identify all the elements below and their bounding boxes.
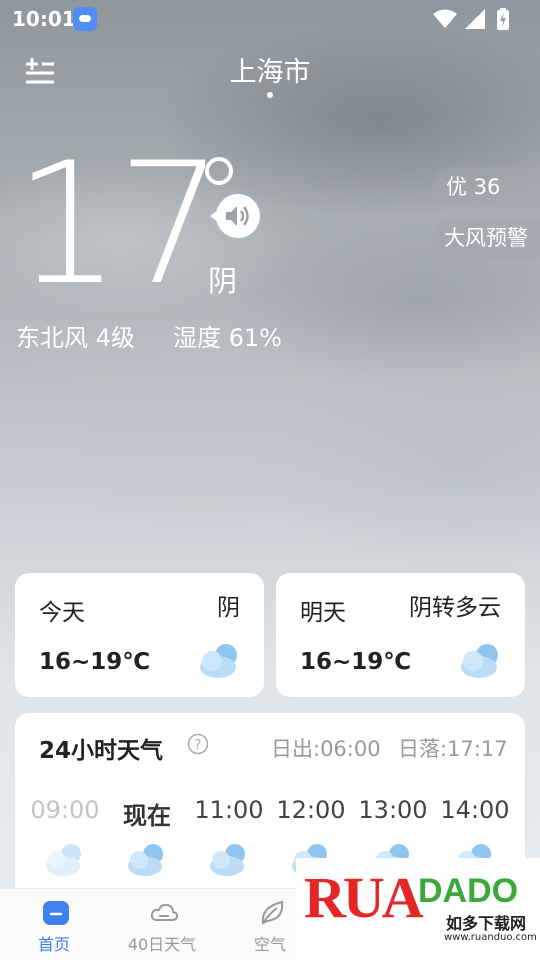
- current-temperature: 17: [14, 126, 224, 322]
- wind-info: 东北风 4级: [16, 324, 135, 352]
- degree-symbol: [205, 157, 233, 185]
- hour-label: 现在: [123, 802, 171, 830]
- cloudy-icon: [46, 844, 81, 876]
- cloudy-icon: [210, 844, 245, 876]
- cloud-forecast-icon: [150, 903, 178, 921]
- weather-alert-badge[interactable]: 大风预警: [432, 218, 540, 258]
- sunset-time: 日落:17:17: [398, 737, 508, 761]
- battery-charging-icon: [497, 8, 509, 30]
- wifi-icon: [433, 9, 457, 28]
- leaf-icon: [261, 900, 284, 925]
- day-temperature-range: 16~19℃: [39, 649, 151, 675]
- hour-label: 14:00: [440, 796, 510, 824]
- cellular-signal-icon: [465, 9, 485, 29]
- tomorrow-card[interactable]: 明天 阴转多云 16~19℃: [276, 573, 525, 697]
- page-indicator-dot: [267, 92, 273, 98]
- hourly-title: 24小时天气: [39, 738, 164, 764]
- city-title[interactable]: 上海市: [0, 50, 540, 89]
- aqi-badge[interactable]: 优 36: [432, 167, 540, 207]
- cloudy-icon: [200, 644, 237, 678]
- hour-label: 13:00: [358, 796, 428, 824]
- day-condition: 阴转多云: [409, 595, 501, 621]
- today-card[interactable]: 今天 阴 16~19℃: [15, 573, 264, 697]
- nav-label: 40日天气: [127, 935, 197, 954]
- status-time: 10:01: [12, 7, 76, 31]
- watermark-brand-red: RUA: [304, 865, 424, 930]
- nav-40-day[interactable]: 40日天气: [112, 889, 212, 960]
- svg-text:?: ?: [195, 738, 202, 753]
- humidity-info: 湿度 61%: [173, 324, 282, 352]
- watermark-url: www.ruanduo.com: [444, 932, 537, 943]
- nav-label: 首页: [37, 935, 70, 954]
- help-icon[interactable]: ?: [187, 733, 209, 755]
- watermark-brand-green: DADO: [418, 872, 519, 910]
- watermark-name: 如多下载网: [446, 914, 527, 933]
- day-label: 今天: [39, 600, 85, 626]
- current-condition: 阴: [208, 264, 238, 298]
- cloudy-icon: [128, 844, 163, 876]
- hour-label: 11:00: [194, 796, 264, 824]
- cloudy-icon: [461, 644, 498, 678]
- home-icon: [43, 901, 69, 925]
- day-label: 明天: [300, 600, 346, 626]
- system-icons: [432, 8, 528, 30]
- hour-label: 12:00: [276, 796, 346, 824]
- day-temperature-range: 16~19℃: [300, 649, 412, 675]
- day-condition: 阴: [217, 595, 240, 621]
- voice-broadcast-button[interactable]: [210, 192, 262, 240]
- watermark-logo: RUA DADO 如多下载网 www.ruanduo.com: [296, 858, 540, 960]
- status-bar: 10:01: [0, 0, 540, 38]
- hour-label: 09:00: [30, 796, 100, 824]
- sunrise-time: 日出:06:00: [271, 737, 381, 761]
- weather-app-notification-icon: [73, 7, 97, 31]
- nav-home[interactable]: 首页: [4, 889, 104, 960]
- speaker-icon: [210, 194, 260, 238]
